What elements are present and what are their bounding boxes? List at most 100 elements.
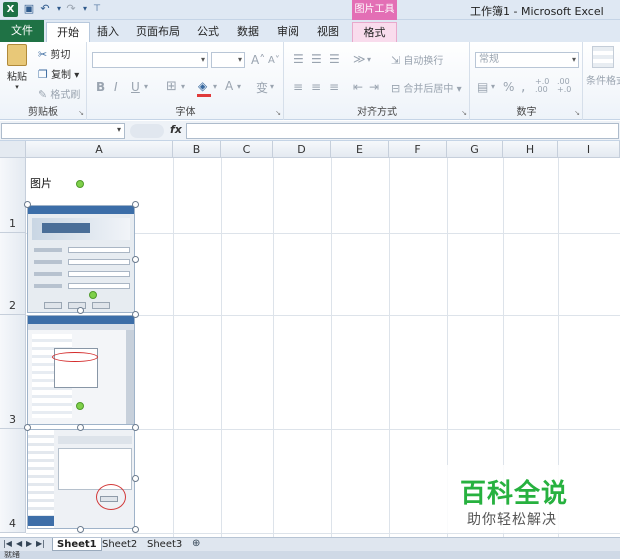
align-right-icon[interactable]: ≡: [329, 80, 339, 94]
row-header-4[interactable]: 4: [0, 429, 26, 533]
tab-formulas[interactable]: 公式: [190, 22, 226, 42]
name-box-dropdown-icon[interactable]: ▾: [117, 125, 121, 134]
clipboard-launcher-icon[interactable]: ↘: [78, 109, 84, 117]
tab-page-layout[interactable]: 页面布局: [130, 22, 186, 42]
rotate-handle-2[interactable]: [89, 291, 97, 299]
shrink-font-button[interactable]: A˅: [268, 55, 280, 66]
resize-handle[interactable]: [132, 475, 139, 482]
resize-handle[interactable]: [132, 526, 139, 533]
grow-font-button[interactable]: A˄: [251, 53, 265, 67]
number-format-combo[interactable]: 常规 ▾: [475, 52, 579, 68]
resize-handle[interactable]: [77, 424, 84, 431]
sheet-tab-1[interactable]: Sheet1: [52, 538, 102, 551]
align-top-icon[interactable]: ☰: [293, 52, 304, 66]
formula-input[interactable]: [186, 123, 619, 139]
borders-icon[interactable]: ⊞: [166, 79, 177, 94]
column-header-b[interactable]: B: [173, 141, 221, 158]
decrease-indent-icon[interactable]: ⇤: [353, 80, 363, 94]
align-center-icon[interactable]: ≡: [311, 80, 321, 94]
excel-logo-icon[interactable]: X: [3, 2, 18, 17]
column-header-c[interactable]: C: [221, 141, 273, 158]
align-left-icon[interactable]: ≡: [293, 80, 303, 94]
resize-handle[interactable]: [132, 256, 139, 263]
sheet-tab-2[interactable]: Sheet2: [98, 538, 141, 551]
column-header-i[interactable]: I: [558, 141, 620, 158]
tab-review[interactable]: 审阅: [270, 22, 306, 42]
align-middle-icon[interactable]: ☰: [311, 52, 322, 66]
fill-color-dropdown-icon[interactable]: ▾: [213, 82, 217, 91]
resize-handle[interactable]: [132, 311, 139, 318]
customize-icon[interactable]: ⊤: [90, 2, 104, 16]
name-box[interactable]: ▾: [1, 123, 125, 139]
alignment-launcher-icon[interactable]: ↘: [461, 109, 467, 117]
resize-handle[interactable]: [77, 307, 84, 314]
font-color-dropdown-icon[interactable]: ▾: [237, 82, 241, 91]
accounting-dropdown-icon[interactable]: ▾: [491, 82, 495, 91]
tab-data[interactable]: 数据: [230, 22, 266, 42]
decrease-decimal-button[interactable]: .00 +.0: [557, 78, 577, 94]
row-header-3[interactable]: 3: [0, 315, 26, 429]
number-launcher-icon[interactable]: ↘: [574, 109, 580, 117]
cut-button[interactable]: ✂ 剪切: [38, 46, 70, 61]
row-header-1[interactable]: 1: [0, 158, 26, 233]
orientation-icon[interactable]: ≫: [353, 52, 366, 66]
picture-dialog[interactable]: [27, 429, 135, 529]
column-header-a[interactable]: A: [26, 141, 173, 158]
sheet-tab-3[interactable]: Sheet3: [143, 538, 186, 551]
column-header-g[interactable]: G: [447, 141, 503, 158]
resize-handle[interactable]: [24, 201, 31, 208]
next-sheet-icon[interactable]: ▶: [26, 539, 32, 548]
phonetic-dropdown-icon[interactable]: ▾: [270, 82, 274, 91]
font-launcher-icon[interactable]: ↘: [275, 109, 281, 117]
insert-sheet-icon[interactable]: ⊕: [192, 538, 200, 549]
comma-button[interactable]: ,: [521, 79, 525, 95]
underline-button[interactable]: U: [131, 80, 140, 94]
redo-icon[interactable]: ↷: [64, 2, 78, 16]
align-bottom-icon[interactable]: ☰: [329, 52, 340, 66]
font-size-combo[interactable]: ▾: [211, 52, 245, 68]
tab-file[interactable]: 文件: [0, 20, 44, 42]
resize-handle[interactable]: [132, 424, 139, 431]
tab-format[interactable]: 格式: [352, 22, 397, 42]
bold-button[interactable]: B: [96, 80, 105, 94]
insert-function-button[interactable]: fx: [170, 123, 182, 136]
resize-handle[interactable]: [132, 201, 139, 208]
tab-view[interactable]: 视图: [310, 22, 346, 42]
resize-handle[interactable]: [24, 424, 31, 431]
borders-dropdown-icon[interactable]: ▾: [181, 82, 185, 91]
row-header-2[interactable]: 2: [0, 233, 26, 315]
font-color-button[interactable]: A: [225, 79, 233, 93]
column-header-e[interactable]: E: [331, 141, 389, 158]
percent-button[interactable]: %: [503, 80, 514, 94]
merge-center-button[interactable]: ⊟ 合并后居中 ▾: [391, 80, 462, 95]
resize-handle[interactable]: [77, 526, 84, 533]
rotate-handle-1[interactable]: [76, 180, 84, 188]
tab-home[interactable]: 开始: [46, 22, 90, 42]
font-name-combo[interactable]: ▾: [92, 52, 208, 68]
conditional-format-label[interactable]: 条件格式: [586, 72, 620, 87]
conditional-format-icon[interactable]: [592, 46, 614, 68]
undo-icon[interactable]: ↶: [38, 2, 52, 16]
paste-button[interactable]: 粘贴 ▾: [4, 44, 30, 91]
first-sheet-icon[interactable]: |◀: [3, 539, 12, 548]
fill-color-icon[interactable]: ◈: [198, 79, 207, 93]
underline-dropdown-icon[interactable]: ▾: [144, 82, 148, 91]
column-header-d[interactable]: D: [273, 141, 331, 158]
save-icon[interactable]: ▣: [22, 2, 36, 16]
picture-sql-login[interactable]: [27, 205, 135, 313]
accounting-icon[interactable]: ▤: [477, 80, 488, 94]
column-header-h[interactable]: H: [503, 141, 558, 158]
italic-button[interactable]: I: [114, 80, 118, 94]
rotate-handle-3[interactable]: [76, 402, 84, 410]
orientation-dropdown-icon[interactable]: ▾: [367, 55, 371, 64]
increase-decimal-button[interactable]: +.0 .00: [535, 78, 555, 94]
tab-insert[interactable]: 插入: [90, 22, 126, 42]
cell-a1-text[interactable]: 图片: [30, 175, 52, 191]
column-header-f[interactable]: F: [389, 141, 447, 158]
increase-indent-icon[interactable]: ⇥: [369, 80, 379, 94]
last-sheet-icon[interactable]: ▶|: [36, 539, 45, 548]
copy-button[interactable]: ❐ 复制 ▾: [38, 66, 79, 81]
phonetic-button[interactable]: 变: [256, 79, 268, 96]
wrap-text-button[interactable]: ⇲ 自动换行: [391, 52, 443, 67]
format-painter-button[interactable]: ✎ 格式刷: [38, 86, 80, 101]
